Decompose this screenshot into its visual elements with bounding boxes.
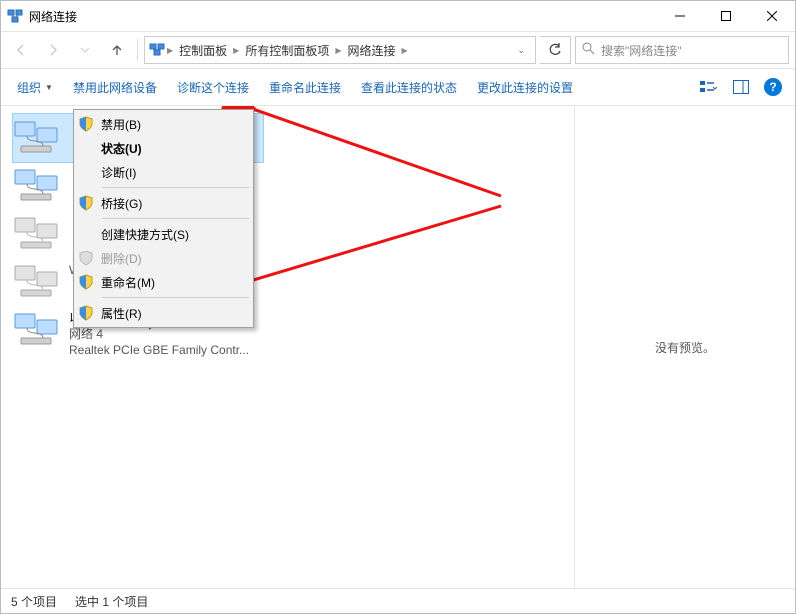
chevron-right-icon: ▶ xyxy=(233,46,239,55)
help-button[interactable]: ? xyxy=(759,73,787,101)
menu-disable[interactable]: 禁用(B) xyxy=(76,112,251,136)
navigation-bar: ▶ 控制面板 ▶ 所有控制面板项 ▶ 网络连接 ▶ ⌄ 搜索"网络连接" xyxy=(1,31,795,69)
status-selected: 选中 1 个项目 xyxy=(75,593,148,610)
menu-separator xyxy=(102,218,249,219)
maximize-button[interactable] xyxy=(703,1,749,31)
network-adapter-disabled-icon xyxy=(13,262,61,302)
title-bar: 网络连接 xyxy=(1,1,795,31)
breadcrumb-l2[interactable]: 所有控制面板项 xyxy=(241,40,333,61)
disable-device-button[interactable]: 禁用此网络设备 xyxy=(65,75,165,100)
window-title: 网络连接 xyxy=(29,8,77,25)
divider xyxy=(137,39,138,61)
shield-icon xyxy=(78,250,94,266)
menu-shortcut[interactable]: 创建快捷方式(S) xyxy=(76,222,251,246)
refresh-button[interactable] xyxy=(540,36,571,64)
diagnose-button[interactable]: 诊断这个连接 xyxy=(169,75,257,100)
network-item-desc: Realtek PCIe GBE Family Contr... xyxy=(69,342,249,358)
chevron-right-icon: ▶ xyxy=(167,46,173,55)
shield-icon xyxy=(78,274,94,290)
minimize-button[interactable] xyxy=(657,1,703,31)
breadcrumb-l3[interactable]: 网络连接 xyxy=(344,40,400,61)
address-dropdown-icon[interactable]: ⌄ xyxy=(511,45,531,56)
context-menu: 禁用(B) 状态(U) 诊断(I) 桥接(G) 创建 xyxy=(73,109,254,328)
address-icon xyxy=(149,41,165,60)
rename-button[interactable]: 重命名此连接 xyxy=(261,75,349,100)
menu-diagnose[interactable]: 诊断(I) xyxy=(76,160,251,184)
network-adapter-icon xyxy=(13,118,61,158)
network-adapter-icon xyxy=(13,310,61,350)
search-input[interactable]: 搜索"网络连接" xyxy=(575,36,789,64)
organize-button[interactable]: 组织▼ xyxy=(9,75,61,100)
app-icon xyxy=(7,8,23,24)
forward-button[interactable] xyxy=(39,36,67,64)
menu-separator xyxy=(102,187,249,188)
shield-icon xyxy=(78,305,94,321)
chevron-right-icon: ▶ xyxy=(335,46,341,55)
change-settings-button[interactable]: 更改此连接的设置 xyxy=(469,75,581,100)
menu-status[interactable]: 状态(U) xyxy=(76,136,251,160)
network-item-sub: 网络 4 xyxy=(69,326,249,342)
chevron-right-icon: ▶ xyxy=(402,46,408,55)
network-adapter-icon xyxy=(13,166,61,206)
shield-icon xyxy=(78,195,94,211)
preview-pane: 没有预览。 xyxy=(574,106,795,588)
menu-properties[interactable]: 属性(R) xyxy=(76,301,251,325)
menu-separator xyxy=(102,297,249,298)
up-button[interactable] xyxy=(103,36,131,64)
search-icon xyxy=(582,42,595,58)
menu-bridge[interactable]: 桥接(G) xyxy=(76,191,251,215)
menu-delete: 删除(D) xyxy=(76,246,251,270)
shield-icon xyxy=(78,116,94,132)
recent-dropdown[interactable] xyxy=(71,36,99,64)
network-adapter-disabled-icon xyxy=(13,214,61,254)
items-pane[interactable]: WAN Miniport (PPTP) 以太网 网络 4 Realtek PCI… xyxy=(1,106,574,588)
search-placeholder: 搜索"网络连接" xyxy=(601,42,682,59)
breadcrumb-l1[interactable]: 控制面板 xyxy=(175,40,231,61)
view-status-button[interactable]: 查看此连接的状态 xyxy=(353,75,465,100)
status-count: 5 个项目 xyxy=(11,593,57,610)
command-bar: 组织▼ 禁用此网络设备 诊断这个连接 重命名此连接 查看此连接的状态 更改此连接… xyxy=(1,69,795,106)
view-options-button[interactable] xyxy=(695,73,723,101)
menu-rename[interactable]: 重命名(M) xyxy=(76,270,251,294)
preview-pane-button[interactable] xyxy=(727,73,755,101)
preview-empty-text: 没有预览。 xyxy=(655,339,715,356)
back-button[interactable] xyxy=(7,36,35,64)
status-bar: 5 个项目 选中 1 个项目 xyxy=(1,588,795,613)
close-button[interactable] xyxy=(749,1,795,31)
address-bar[interactable]: ▶ 控制面板 ▶ 所有控制面板项 ▶ 网络连接 ▶ ⌄ xyxy=(144,36,536,64)
